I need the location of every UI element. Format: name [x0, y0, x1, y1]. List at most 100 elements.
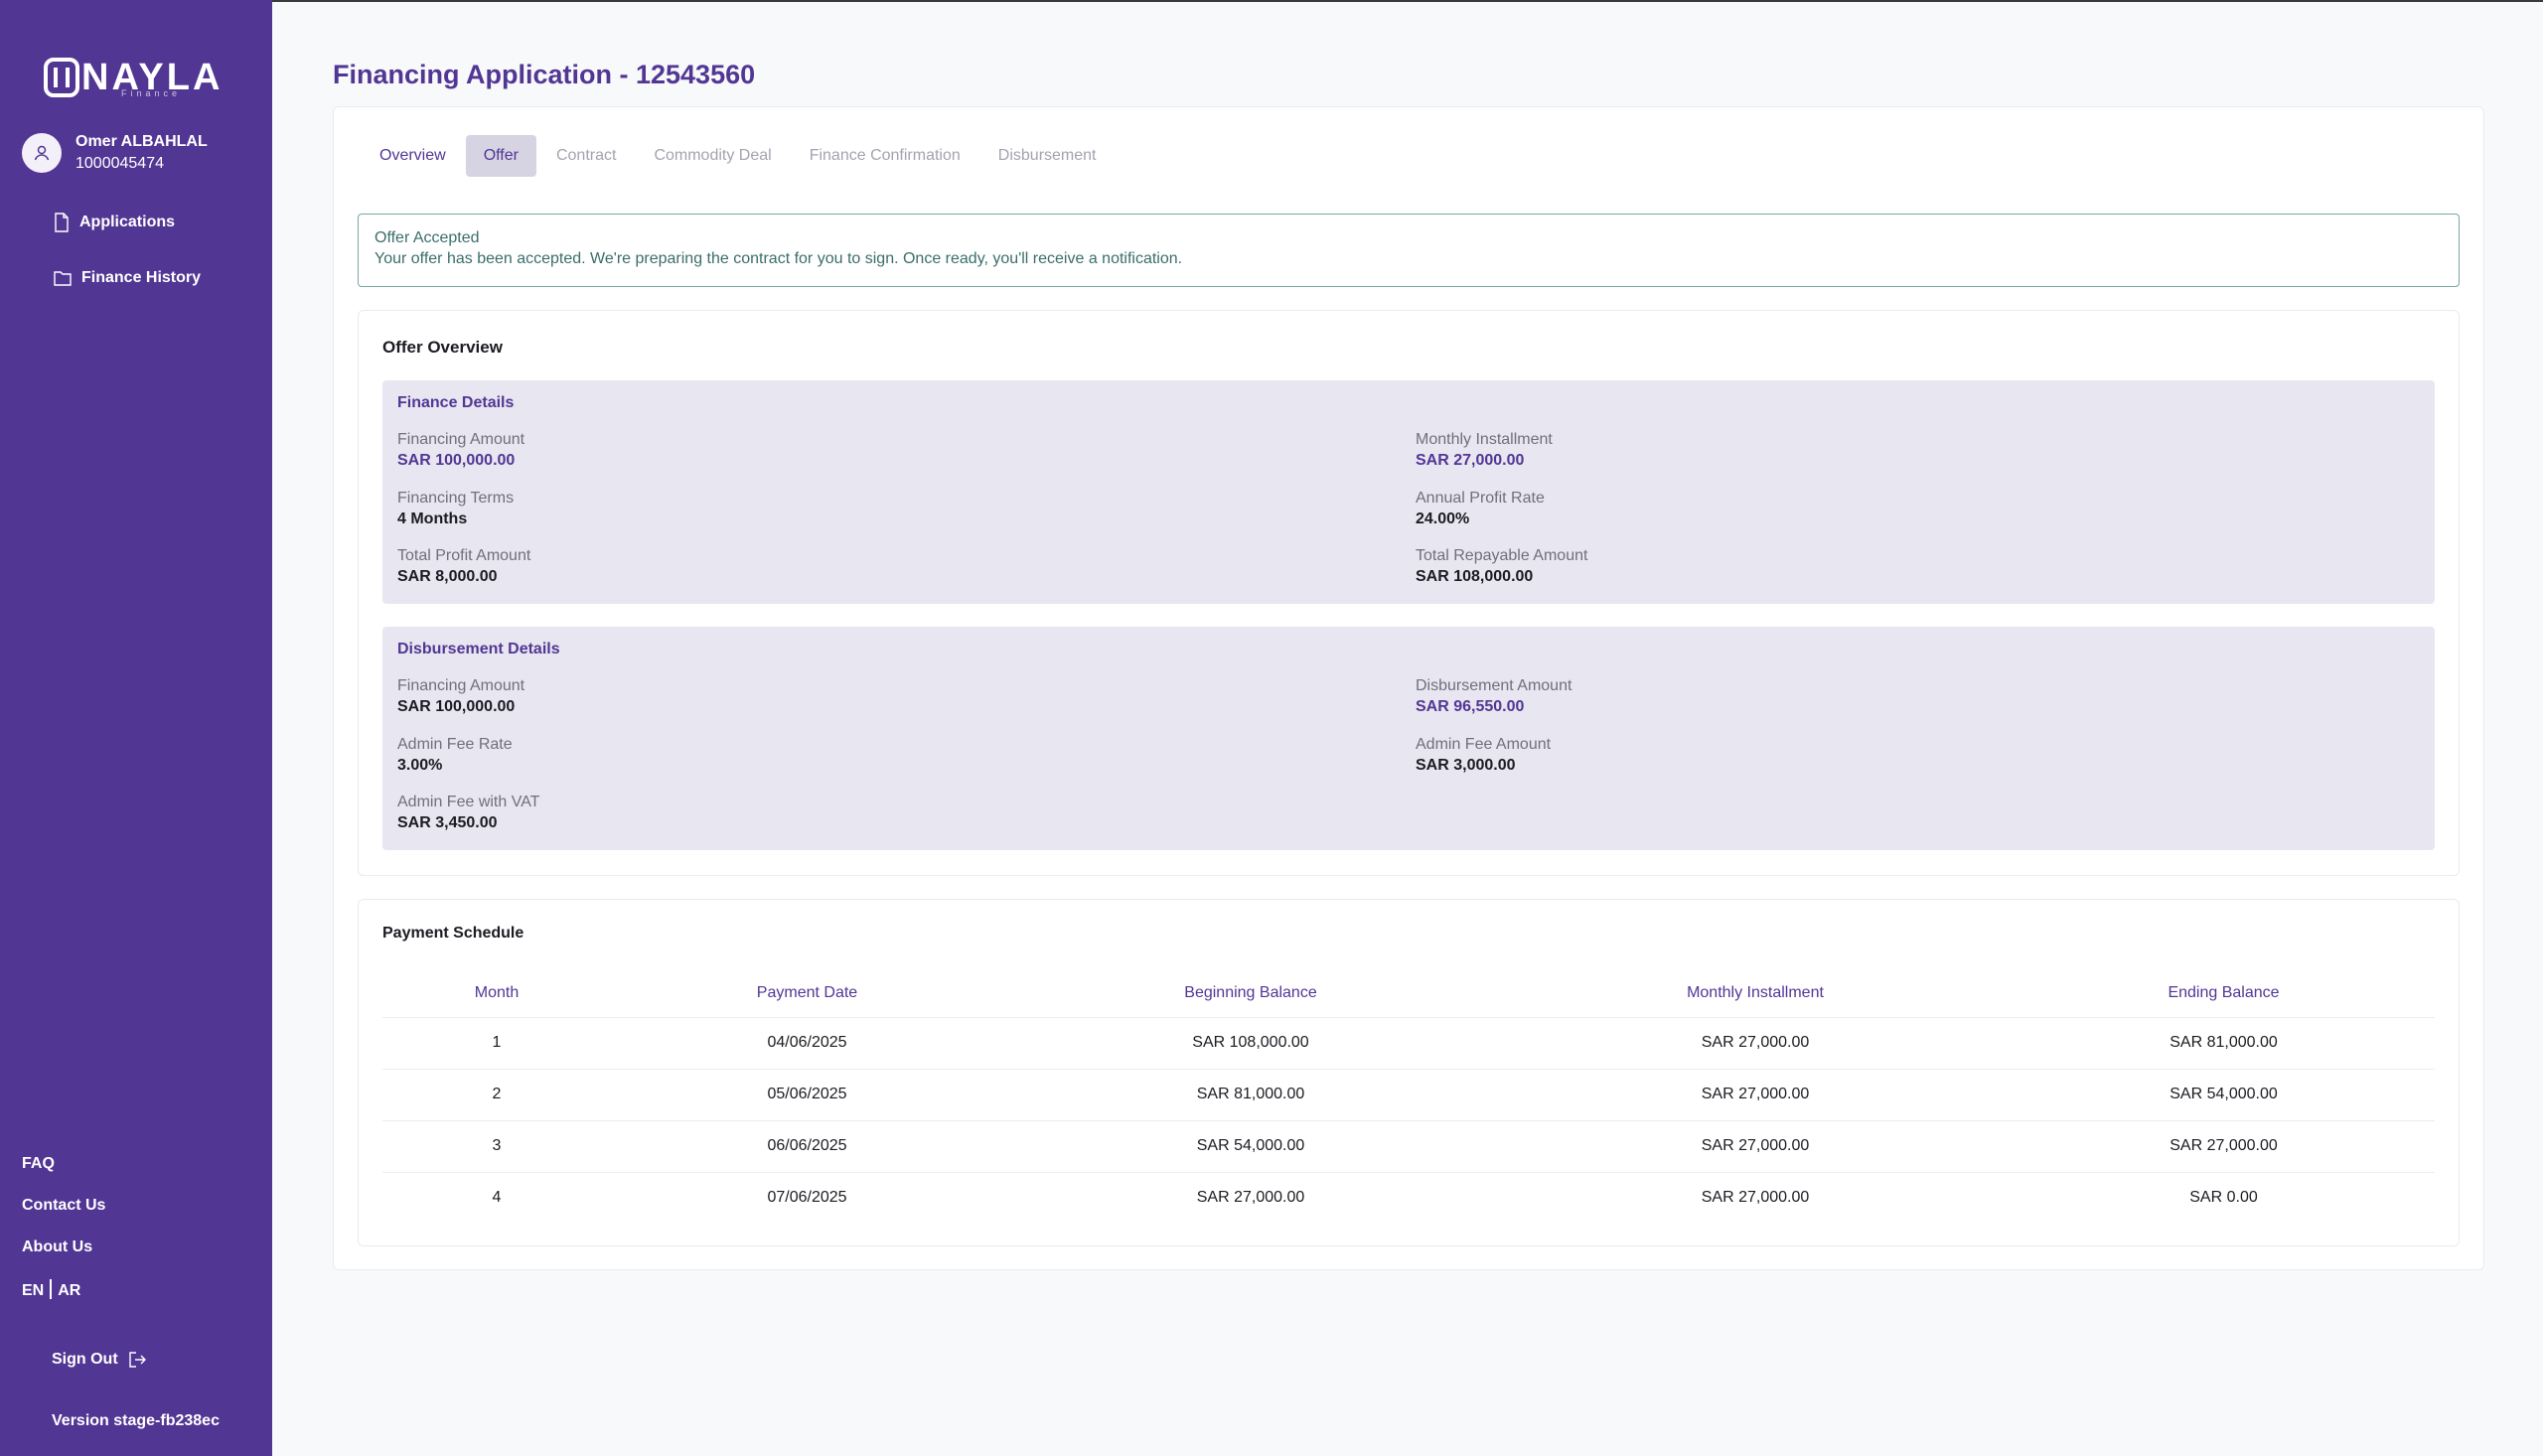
application-tabs: Overview Offer Contract Commodity Deal F… — [362, 135, 1116, 177]
table-cell: 4 — [492, 1189, 502, 1207]
field-value: 24.00% — [1416, 510, 1470, 527]
admin-fee-amount-field: Admin Fee Amount SAR 3,000.00 — [1416, 735, 1551, 777]
top-divider — [272, 0, 2543, 2]
tab-commodity-deal[interactable]: Commodity Deal — [636, 135, 789, 177]
field-value: SAR 100,000.00 — [397, 452, 516, 469]
field-value: SAR 3,000.00 — [1416, 757, 1516, 774]
table-cell: SAR 81,000.00 — [1003, 1069, 1498, 1121]
field-label: Disbursement Amount — [1416, 677, 1572, 694]
total-repayable-field: Total Repayable Amount SAR 108,000.00 — [1416, 546, 1587, 588]
field-value: SAR 96,550.00 — [1416, 698, 1525, 715]
table-cell: SAR 81,000.00 — [2013, 1017, 2435, 1070]
disb-financing-amount-field: Financing Amount SAR 100,000.00 — [397, 676, 524, 718]
field-label: Monthly Installment — [1416, 431, 1553, 448]
sidebar-item-label: Applications — [79, 214, 176, 230]
field-value: SAR 27,000.00 — [1416, 452, 1525, 469]
sidebar-item-finance-history[interactable]: Finance History — [54, 269, 201, 287]
column-header: Month — [382, 969, 611, 1018]
logo-mark-icon — [44, 58, 79, 97]
lang-ar-link[interactable]: AR — [58, 1282, 80, 1299]
payment-schedule-section: Payment Schedule Month Payment Date Begi… — [358, 899, 2460, 1246]
sign-out-button[interactable]: Sign Out — [52, 1351, 146, 1369]
table-cell: 07/06/2025 — [767, 1189, 847, 1207]
table-cell: SAR 27,000.00 — [2013, 1120, 2435, 1173]
offer-overview-section: Offer Overview Finance Details Financing… — [358, 310, 2460, 876]
table-cell: SAR 54,000.00 — [1003, 1120, 1498, 1173]
field-value: SAR 3,450.00 — [397, 814, 498, 831]
version-label: Version stage-fb238ec — [52, 1412, 220, 1429]
monthly-installment-field: Monthly Installment SAR 27,000.00 — [1416, 430, 1553, 472]
field-label: Financing Amount — [397, 431, 525, 448]
finance-details-title: Finance Details — [397, 394, 515, 411]
tab-disbursement[interactable]: Disbursement — [980, 135, 1115, 177]
admin-fee-rate-field: Admin Fee Rate 3.00% — [397, 735, 513, 777]
table-cell: 06/06/2025 — [611, 1120, 1003, 1173]
field-value: 3.00% — [397, 757, 443, 774]
payment-schedule-title: Payment Schedule — [382, 925, 524, 942]
table-cell: 04/06/2025 — [611, 1017, 1003, 1070]
contact-us-link[interactable]: Contact Us — [22, 1197, 105, 1215]
folder-icon — [54, 271, 72, 286]
field-label: Total Repayable Amount — [1416, 547, 1588, 564]
alert-title: Offer Accepted — [374, 229, 480, 246]
sidebar: NAYLA Finance Omer ALBAHLAL 1000045474 A… — [0, 0, 272, 1456]
disbursement-details-box: Disbursement Details Financing Amount SA… — [382, 627, 2435, 850]
table-cell: 2 — [382, 1069, 611, 1121]
table-cell: SAR 27,000.00 — [1701, 1189, 1810, 1207]
sign-out-icon — [128, 1352, 146, 1368]
table-cell: SAR 0.00 — [2189, 1189, 2258, 1207]
offer-overview-title: Offer Overview — [382, 338, 503, 357]
column-header: Payment Date — [611, 969, 1003, 1018]
offer-accepted-alert: Offer Accepted Your offer has been accep… — [358, 214, 2460, 287]
table-cell: SAR 27,000.00 — [1498, 1120, 2013, 1173]
field-value: 4 Months — [397, 510, 468, 527]
sidebar-item-label: Finance History — [81, 269, 202, 286]
tab-finance-confirmation[interactable]: Finance Confirmation — [792, 135, 978, 177]
tab-offer[interactable]: Offer — [465, 135, 536, 177]
column-header: Beginning Balance — [1003, 969, 1498, 1018]
field-value: SAR 108,000.00 — [1416, 568, 1534, 585]
tab-overview[interactable]: Overview — [362, 135, 464, 177]
table-cell: SAR 54,000.00 — [2013, 1069, 2435, 1121]
lang-en-link[interactable]: EN — [22, 1282, 44, 1299]
user-avatar-icon — [22, 133, 62, 173]
sign-out-label: Sign Out — [52, 1351, 118, 1368]
user-profile: Omer ALBAHLAL 1000045474 — [22, 131, 208, 175]
financing-terms-field: Financing Terms 4 Months — [397, 489, 514, 530]
column-header: Monthly Installment — [1498, 969, 2013, 1018]
finance-details-box: Finance Details Financing Amount SAR 100… — [382, 380, 2435, 604]
page-title: Financing Application - 12543560 — [333, 60, 756, 89]
alert-text: Your offer has been accepted. We're prep… — [374, 250, 1183, 267]
user-id: 1000045474 — [75, 155, 164, 172]
field-value: SAR 100,000.00 — [397, 698, 516, 715]
field-label: Annual Profit Rate — [1416, 490, 1545, 507]
field-label: Admin Fee with VAT — [397, 794, 540, 810]
table-cell: SAR 27,000.00 — [1498, 1017, 2013, 1070]
sidebar-item-applications[interactable]: Applications — [54, 213, 175, 232]
logo-subtitle: Finance — [121, 88, 182, 98]
financing-amount-field: Financing Amount SAR 100,000.00 — [397, 430, 524, 472]
table-cell: SAR 108,000.00 — [1003, 1017, 1498, 1070]
table-row: 2 05/06/2025 SAR 81,000.00 SAR 27,000.00… — [382, 1069, 2435, 1121]
table-row: 1 04/06/2025 SAR 108,000.00 SAR 27,000.0… — [382, 1017, 2435, 1070]
field-label: Admin Fee Amount — [1416, 736, 1552, 753]
tab-contract[interactable]: Contract — [538, 135, 634, 177]
table-cell: 1 — [382, 1017, 611, 1070]
disbursement-details-title: Disbursement Details — [397, 641, 560, 657]
table-cell: 05/06/2025 — [611, 1069, 1003, 1121]
field-label: Financing Terms — [397, 490, 515, 507]
table-cell: 3 — [382, 1120, 611, 1173]
admin-fee-vat-field: Admin Fee with VAT SAR 3,450.00 — [397, 793, 539, 834]
document-icon — [55, 213, 69, 232]
table-row: 3 06/06/2025 SAR 54,000.00 SAR 27,000.00… — [382, 1120, 2435, 1173]
table-row: 4 07/06/2025 SAR 27,000.00 SAR 27,000.00… — [382, 1172, 2435, 1224]
faq-link[interactable]: FAQ — [22, 1155, 55, 1173]
field-label: Financing Amount — [397, 677, 525, 694]
lang-divider — [50, 1279, 53, 1299]
language-switcher: EN AR — [22, 1279, 80, 1300]
table-header-row: Month Payment Date Beginning Balance Mon… — [382, 969, 2435, 1018]
disbursement-amount-field: Disbursement Amount SAR 96,550.00 — [1416, 676, 1571, 718]
about-us-link[interactable]: About Us — [22, 1238, 92, 1256]
field-value: SAR 8,000.00 — [397, 568, 498, 585]
table-cell: SAR 27,000.00 — [1498, 1069, 2013, 1121]
